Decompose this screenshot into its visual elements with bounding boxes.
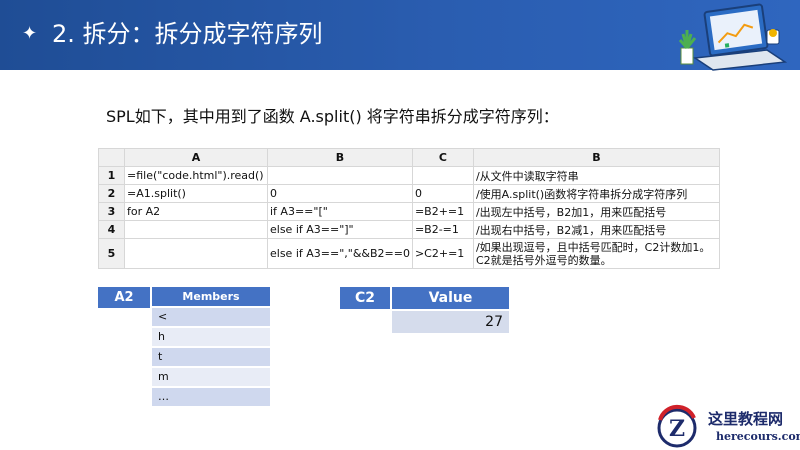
- cell-c2[interactable]: 0: [411, 184, 474, 203]
- cell-c1[interactable]: [411, 166, 474, 185]
- slide-title: 2. 拆分：拆分成字符序列: [52, 20, 323, 48]
- member-item[interactable]: m: [152, 368, 270, 386]
- cell-c3[interactable]: =B2+=1: [411, 202, 474, 221]
- cell-a4[interactable]: [124, 220, 268, 239]
- cell-a1[interactable]: =file("code.html").read(): [124, 166, 268, 185]
- cell-b5[interactable]: else if A3==","&&B2==0: [267, 238, 413, 269]
- c2-value[interactable]: 27: [392, 311, 509, 333]
- grid-row: 1 =file("code.html").read() /从文件中读取字符串: [98, 166, 720, 185]
- member-item[interactable]: h: [152, 328, 270, 346]
- svg-text:Z: Z: [669, 416, 685, 442]
- grid-corner: [98, 148, 125, 167]
- sparkle-icon: ✦: [22, 23, 38, 44]
- row-number[interactable]: 1: [98, 166, 125, 185]
- a2-label: A2: [98, 287, 150, 308]
- member-item[interactable]: …: [152, 388, 270, 406]
- cell-a3[interactable]: for A2: [124, 202, 268, 221]
- cell-b4[interactable]: else if A3=="]": [267, 220, 413, 239]
- title-banner: ✦ 2. 拆分：拆分成字符序列: [0, 0, 800, 71]
- column-header-a[interactable]: A: [124, 148, 268, 167]
- laptop-illustration: [678, 3, 788, 71]
- cell-comment-1[interactable]: /从文件中读取字符串: [472, 166, 720, 185]
- cell-c5[interactable]: >C2+=1: [411, 238, 474, 269]
- spl-code-grid: A B C B 1 =file("code.html").read() /从文件…: [98, 148, 720, 269]
- grid-row: 4 else if A3=="]" =B2-=1 /出现右中括号，B2减1，用来…: [98, 220, 720, 239]
- row-number[interactable]: 3: [98, 202, 125, 221]
- intro-text: SPL如下，其中用到了函数 A.split() 将字符串拆分成字符序列：: [106, 107, 559, 126]
- row-number[interactable]: 4: [98, 220, 125, 239]
- member-item[interactable]: <: [152, 308, 270, 326]
- cell-b3[interactable]: if A3=="[": [267, 202, 413, 221]
- value-header: Value: [392, 287, 509, 309]
- cell-a5[interactable]: [124, 238, 268, 269]
- column-header-d[interactable]: B: [472, 148, 720, 167]
- cell-comment-3[interactable]: /出现左中括号，B2加1，用来匹配括号: [472, 202, 720, 221]
- grid-row: 3 for A2 if A3=="[" =B2+=1 /出现左中括号，B2加1，…: [98, 202, 720, 221]
- grid-row: 5 else if A3==","&&B2==0 >C2+=1 /如果出现逗号，…: [98, 238, 720, 269]
- column-header-c[interactable]: C: [411, 148, 474, 167]
- logo-chinese-text: 这里教程网: [708, 410, 784, 428]
- cell-b1[interactable]: [267, 166, 413, 185]
- member-item[interactable]: t: [152, 348, 270, 366]
- column-header-b[interactable]: B: [267, 148, 413, 167]
- grid-header-row: A B C B: [98, 148, 720, 167]
- cell-comment-2[interactable]: /使用A.split()函数将字符串拆分成字符序列: [472, 184, 720, 203]
- row-number[interactable]: 2: [98, 184, 125, 203]
- cell-c4[interactable]: =B2-=1: [411, 220, 474, 239]
- cell-comment-5[interactable]: /如果出现逗号，且中括号匹配时，C2计数加1。C2就是括号外逗号的数量。: [472, 238, 720, 269]
- row-number[interactable]: 5: [98, 238, 125, 269]
- logo-url-text: herecours.com: [716, 430, 800, 443]
- cell-comment-4[interactable]: /出现右中括号，B2减1，用来匹配括号: [472, 220, 720, 239]
- grid-row: 2 =A1.split() 0 0 /使用A.split()函数将字符串拆分成字…: [98, 184, 720, 203]
- cell-b2[interactable]: 0: [267, 184, 413, 203]
- members-header: Members: [152, 287, 270, 306]
- cell-a2[interactable]: =A1.split(): [124, 184, 268, 203]
- c2-label: C2: [340, 287, 390, 309]
